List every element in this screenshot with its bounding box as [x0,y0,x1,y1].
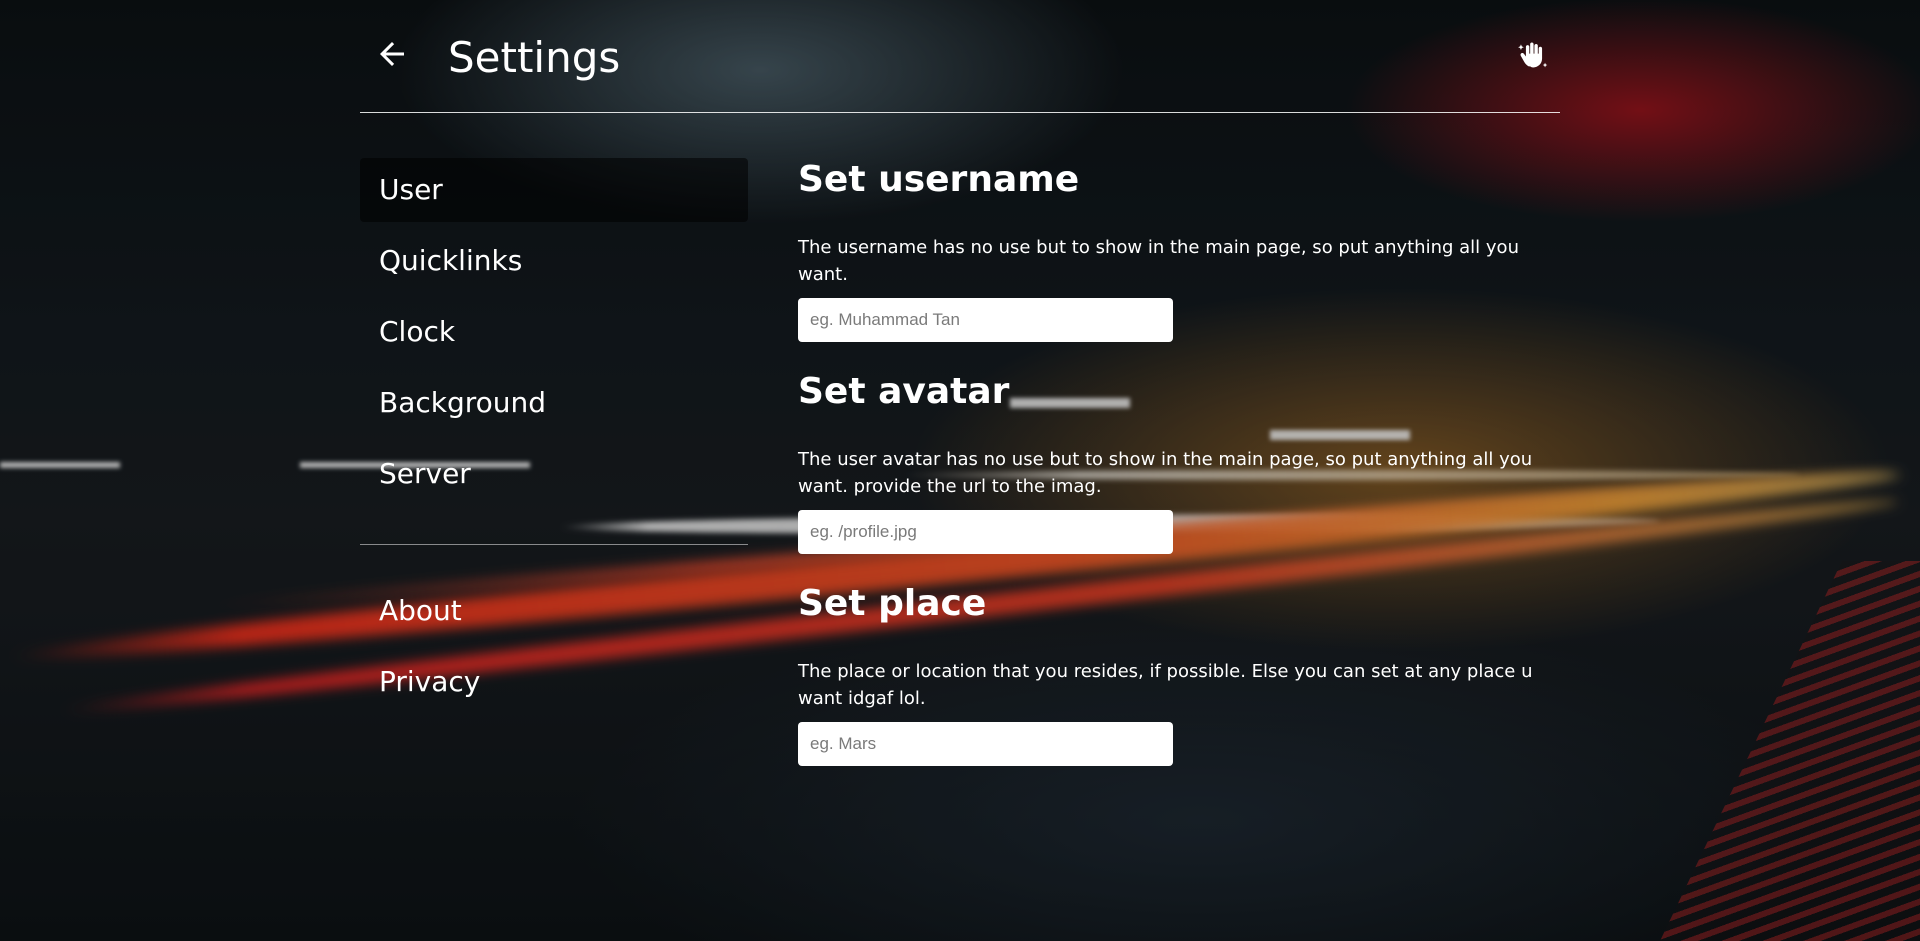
sidebar-item-about[interactable]: About [360,579,748,643]
section-description: The username has no use but to show in t… [798,237,1519,285]
page-title: Settings [448,33,621,82]
section-title: Set username [798,159,1080,200]
settings-content: Set username The username has no use but… [798,150,1560,786]
sidebar-item-label: Clock [379,315,456,348]
sidebar-item-label: Quicklinks [379,244,523,277]
waving-hand-sparkle-icon [1518,42,1548,68]
sidebar-item-privacy[interactable]: Privacy [360,650,748,714]
settings-header: Settings [360,0,1560,113]
section-description: The place or location that you resides, … [798,661,1533,709]
section-description: The user avatar has no use but to show i… [798,449,1533,497]
greeting-button[interactable] [1516,38,1550,72]
sidebar-item-user[interactable]: User [360,158,748,222]
sidebar-item-background[interactable]: Background [360,371,748,435]
back-button[interactable] [374,36,410,72]
sidebar-item-label: About [379,594,462,627]
username-section: Set username The username has no use but… [798,150,1560,342]
settings-page: Settings User Quicklinks Clock Backgroun… [360,0,1560,941]
section-title: Set place [798,583,987,624]
sidebar-item-quicklinks[interactable]: Quicklinks [360,229,748,293]
arrow-left-icon [380,42,404,66]
avatar-section: Set avatar The user avatar has no use bu… [798,362,1560,554]
avatar-url-input[interactable] [798,510,1173,554]
place-section: Set place The place or location that you… [798,574,1560,766]
username-input[interactable] [798,298,1173,342]
sidebar-item-label: Background [379,386,547,419]
sidebar-item-clock[interactable]: Clock [360,300,748,364]
sidebar-item-label: Privacy [379,665,481,698]
sidebar-item-label: User [379,173,443,206]
sidebar-item-label: Server [379,457,471,490]
sidebar-divider [360,544,748,545]
place-input[interactable] [798,722,1173,766]
settings-sidebar: User Quicklinks Clock Background Server … [360,158,748,721]
section-title: Set avatar [798,371,1010,412]
sidebar-item-server[interactable]: Server [360,442,748,506]
